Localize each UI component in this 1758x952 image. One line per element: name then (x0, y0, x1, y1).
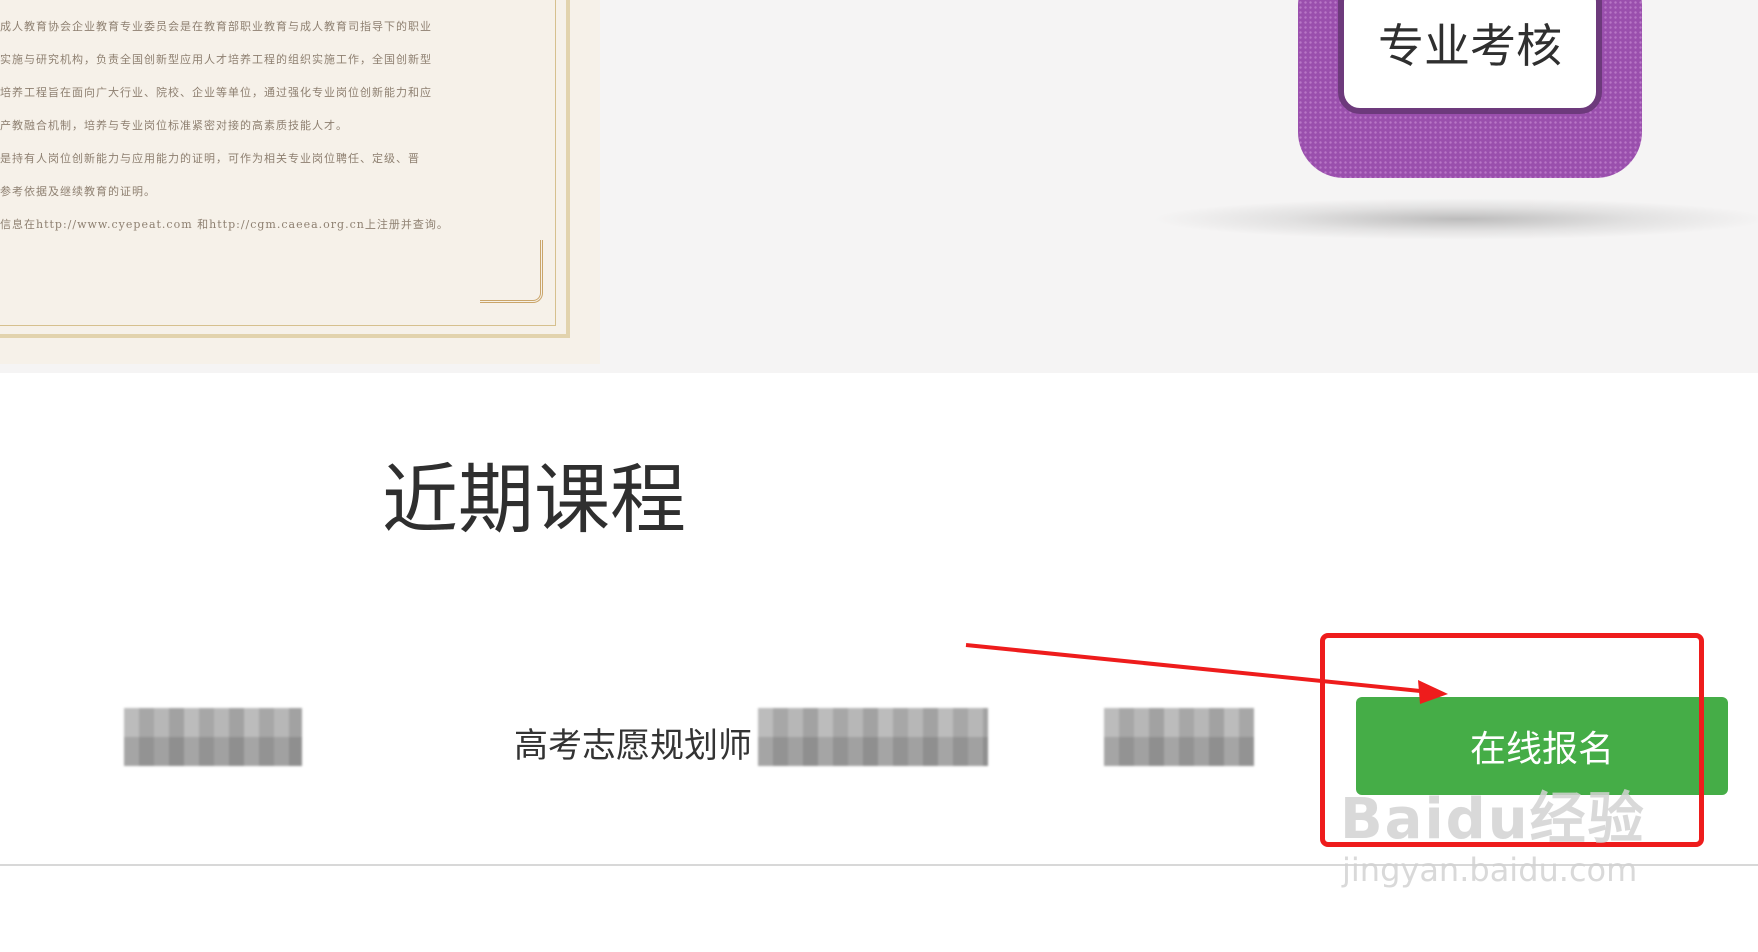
certificate-line: 信息在http://www.cyepeat.com 和http://cgm.ca… (0, 218, 449, 231)
certificate-text: 成人教育协会企业教育专业委员会是在教育部职业教育与成人教育司指导下的职业 实施与… (0, 10, 480, 241)
certificate-line: 实施与研究机构，负责全国创新型应用人才培养工程的组织实施工作，全国创新型 (0, 53, 432, 66)
certificate-line: 参考依据及继续教育的证明。 (0, 185, 156, 198)
badge-shadow (1150, 198, 1758, 240)
top-banner: 成人教育协会企业教育专业委员会是在教育部职业教育与成人教育司指导下的职业 实施与… (0, 0, 1758, 373)
redacted-field (124, 708, 302, 766)
redacted-field (758, 708, 988, 766)
certificate-line: 成人教育协会企业教育专业委员会是在教育部职业教育与成人教育司指导下的职业 (0, 20, 432, 33)
online-signup-button[interactable]: 在线报名 (1356, 697, 1728, 795)
badge-label: 专业考核 (1378, 19, 1562, 73)
certificate-line: 产教融合机制，培养与专业岗位标准紧密对接的高素质技能人才。 (0, 119, 348, 132)
certificate-corner-ornament (480, 240, 543, 303)
professional-assessment-badge: 专业考核 (1298, 0, 1642, 178)
divider (0, 864, 1758, 866)
certificate-line: 培养工程旨在面向广大行业、院校、企业等单位，通过强化专业岗位创新能力和应 (0, 86, 432, 99)
arrow-line (965, 643, 1431, 694)
certificate-line: 是持有人岗位创新能力与应用能力的证明，可作为相关专业岗位聘任、定级、晋 (0, 152, 420, 165)
section-title: 近期课程 (382, 455, 686, 544)
certificate-image: 成人教育协会企业教育专业委员会是在教育部职业教育与成人教育司指导下的职业 实施与… (0, 0, 600, 364)
redacted-field (1104, 708, 1254, 766)
baidu-watermark-logo: Baidu经验 (1340, 787, 1646, 852)
baidu-watermark: Baidu经验 jingyan.baidu.com (1340, 787, 1670, 889)
badge-panel: 专业考核 (1338, 0, 1602, 114)
course-name: 高考志愿规划师 (514, 726, 752, 766)
baidu-watermark-url: jingyan.baidu.com (1342, 851, 1638, 889)
